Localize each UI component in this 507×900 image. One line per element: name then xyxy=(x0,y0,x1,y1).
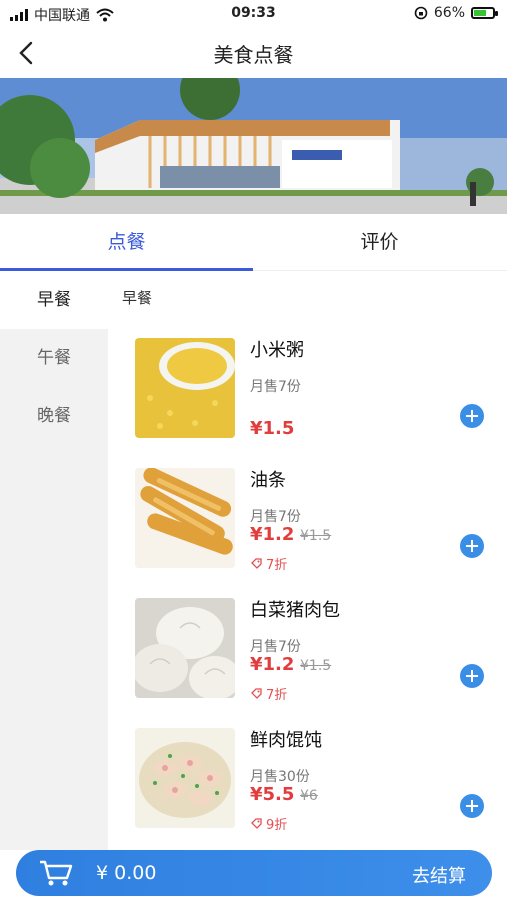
checkout-button[interactable]: 去结算 xyxy=(412,862,466,888)
food-price: ¥5.5 xyxy=(250,784,295,805)
discount-label: 9折 xyxy=(266,818,288,833)
monthly-sales: 月售7份 xyxy=(250,639,301,655)
discount-label: 7折 xyxy=(266,558,288,573)
food-name: 鲜肉馄饨 xyxy=(250,730,322,751)
tag-icon xyxy=(251,558,262,569)
discount-badge: 7折 xyxy=(250,684,287,703)
nav-bar: 美食点餐 xyxy=(0,28,507,78)
discount-label: 7折 xyxy=(266,688,288,703)
add-to-cart-button[interactable] xyxy=(460,534,484,558)
status-bar: 中国联通 09:33 66% xyxy=(0,0,507,28)
battery-percent: 66% xyxy=(433,5,465,21)
food-price: ¥1.2 xyxy=(250,654,295,675)
food-name: 小米粥 xyxy=(250,340,304,361)
cart-bar: ¥ 0.00 去结算 xyxy=(16,850,492,896)
tag-icon xyxy=(251,688,262,699)
food-price: ¥1.2 xyxy=(250,524,295,545)
food-image-wonton[interactable] xyxy=(135,728,235,828)
discount-badge: 9折 xyxy=(250,814,287,833)
food-image-millet-porridge[interactable] xyxy=(135,338,235,438)
category-sidebar: 早餐 午餐 晚餐 xyxy=(0,271,108,850)
add-to-cart-button[interactable] xyxy=(460,664,484,688)
original-price: ¥6 xyxy=(300,788,318,804)
food-name: 白菜猪肉包 xyxy=(250,600,340,621)
sidebar-item-breakfast[interactable]: 早餐 xyxy=(0,271,108,329)
food-name: 油条 xyxy=(250,470,286,491)
cart-total: ¥ 0.00 xyxy=(96,862,157,884)
monthly-sales: 月售7份 xyxy=(250,379,301,395)
original-price: ¥1.5 xyxy=(300,528,332,544)
monthly-sales: 月售30份 xyxy=(250,769,310,785)
food-price: ¥1.5 xyxy=(250,418,295,439)
original-price: ¥1.5 xyxy=(300,658,332,674)
food-item: 鲜肉馄饨 月售30份 ¥5.5 ¥6 9折 xyxy=(108,724,507,844)
tag-icon xyxy=(251,818,262,829)
tab-reviews[interactable]: 评价 xyxy=(253,214,506,270)
food-item: 油条 月售7份 ¥1.2 ¥1.5 7折 xyxy=(108,464,507,584)
discount-badge: 7折 xyxy=(250,554,287,573)
battery-icon xyxy=(471,7,498,19)
orientation-lock-icon xyxy=(414,6,428,20)
tab-order[interactable]: 点餐 xyxy=(0,214,253,270)
add-to-cart-button[interactable] xyxy=(460,404,484,428)
food-image-youtiao[interactable] xyxy=(135,468,235,568)
banner-image xyxy=(0,78,507,214)
food-item: 白菜猪肉包 月售7份 ¥1.2 ¥1.5 7折 xyxy=(108,594,507,714)
shopping-cart-icon[interactable] xyxy=(38,858,74,888)
monthly-sales: 月售7份 xyxy=(250,509,301,525)
sidebar-item-dinner[interactable]: 晚餐 xyxy=(0,387,108,445)
add-to-cart-button[interactable] xyxy=(460,794,484,818)
food-image-pork-bun[interactable] xyxy=(135,598,235,698)
page-title: 美食点餐 xyxy=(213,43,294,67)
section-title: 早餐 xyxy=(122,289,153,307)
tab-bar: 点餐 评价 xyxy=(0,214,507,271)
food-item: 小米粥 月售7份 ¥1.5 xyxy=(108,334,507,454)
sidebar-item-lunch[interactable]: 午餐 xyxy=(0,329,108,387)
